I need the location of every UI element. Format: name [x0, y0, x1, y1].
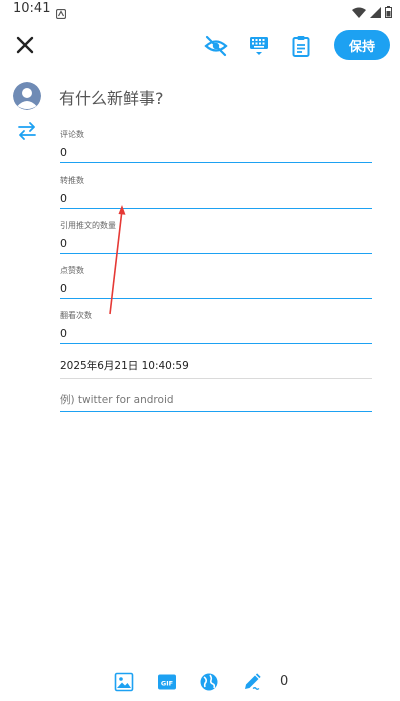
reply-count-field[interactable]: 评论数 0	[60, 130, 372, 163]
avatar[interactable]	[13, 82, 41, 110]
field-value[interactable]: 0	[60, 237, 372, 251]
wifi-icon	[352, 3, 366, 22]
date-underline	[60, 378, 372, 379]
save-button[interactable]: 保持	[334, 30, 390, 60]
image-icon[interactable]	[114, 672, 134, 692]
status-time: 10:41	[13, 1, 51, 16]
field-underline	[60, 208, 372, 209]
field-value[interactable]: 0	[60, 282, 372, 296]
eye-off-icon[interactable]	[204, 34, 228, 58]
like-count-field[interactable]: 点赞数 0	[60, 266, 372, 299]
status-icons	[352, 3, 392, 22]
client-input[interactable]: 例) twitter for android	[60, 392, 372, 407]
battery-icon	[385, 3, 392, 22]
field-underline	[60, 343, 372, 344]
globe-icon[interactable]	[199, 672, 219, 692]
client-underline	[60, 411, 372, 412]
field-underline	[60, 162, 372, 163]
field-label: 点赞数	[60, 266, 84, 275]
status-bar: 10:41	[0, 0, 400, 20]
field-label: 评论数	[60, 130, 84, 139]
view-count-field[interactable]: 翻看次数 0	[60, 311, 372, 344]
field-value[interactable]: 0	[60, 146, 372, 160]
keyboard-icon[interactable]	[247, 34, 271, 58]
close-icon[interactable]	[14, 34, 36, 56]
field-underline	[60, 298, 372, 299]
notification-icon	[55, 4, 67, 23]
field-label: 转推数	[60, 176, 84, 185]
signal-icon	[370, 3, 381, 22]
field-label: 翻看次数	[60, 311, 92, 320]
field-label: 引用推文的数量	[60, 221, 116, 230]
date-time-field[interactable]: 2025年6月21日 10:40:59	[60, 358, 372, 373]
retweet-count-field[interactable]: 转推数 0	[60, 176, 372, 209]
compose-input[interactable]: 有什么新鲜事?	[59, 85, 164, 109]
field-value[interactable]: 0	[60, 192, 372, 206]
field-underline	[60, 253, 372, 254]
clipboard-icon[interactable]	[289, 34, 313, 58]
quote-count-field[interactable]: 引用推文的数量 0	[60, 221, 372, 254]
character-counter: 0	[280, 674, 289, 689]
svg-text:GIF: GIF	[161, 680, 173, 688]
field-value[interactable]: 0	[60, 327, 372, 341]
swap-icon[interactable]	[16, 120, 38, 142]
pen-icon[interactable]	[242, 672, 262, 692]
gif-icon[interactable]: GIF	[157, 672, 177, 692]
